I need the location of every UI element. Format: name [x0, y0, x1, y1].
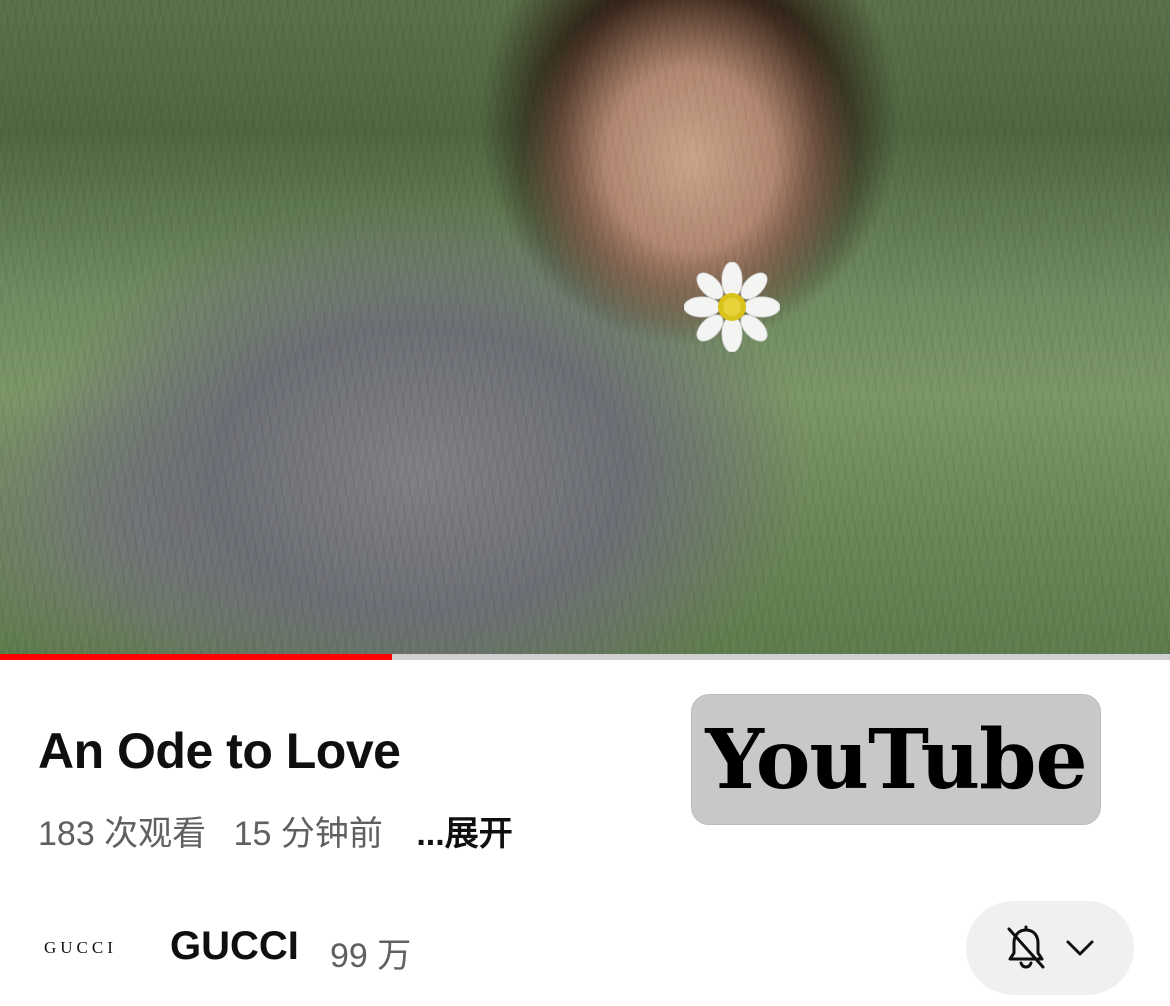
channel-avatar[interactable]: GUCCI [44, 938, 117, 958]
video-frame-texture [0, 0, 1170, 659]
video-title: An Ode to Love [38, 723, 401, 779]
upload-time: 15 分钟前 [233, 815, 383, 853]
youtube-watermark-badge: YouTube [691, 694, 1101, 825]
video-meta: 183 次观看 15 分钟前 ...展开 [38, 806, 531, 855]
daisy-flower-image [684, 262, 780, 352]
chevron-down-icon [1066, 940, 1094, 956]
view-count: 183 次观看 [38, 815, 207, 853]
video-player[interactable] [0, 0, 1170, 659]
subscriber-count: 99 万 [330, 937, 412, 975]
subscription-notification-button[interactable] [966, 901, 1134, 995]
expand-description-button[interactable]: ...展开 [416, 815, 512, 853]
video-progress-played [0, 654, 392, 660]
video-progress-bar[interactable] [0, 654, 1170, 660]
channel-name[interactable]: GUCCI [170, 924, 299, 969]
bell-off-icon [1007, 925, 1045, 969]
